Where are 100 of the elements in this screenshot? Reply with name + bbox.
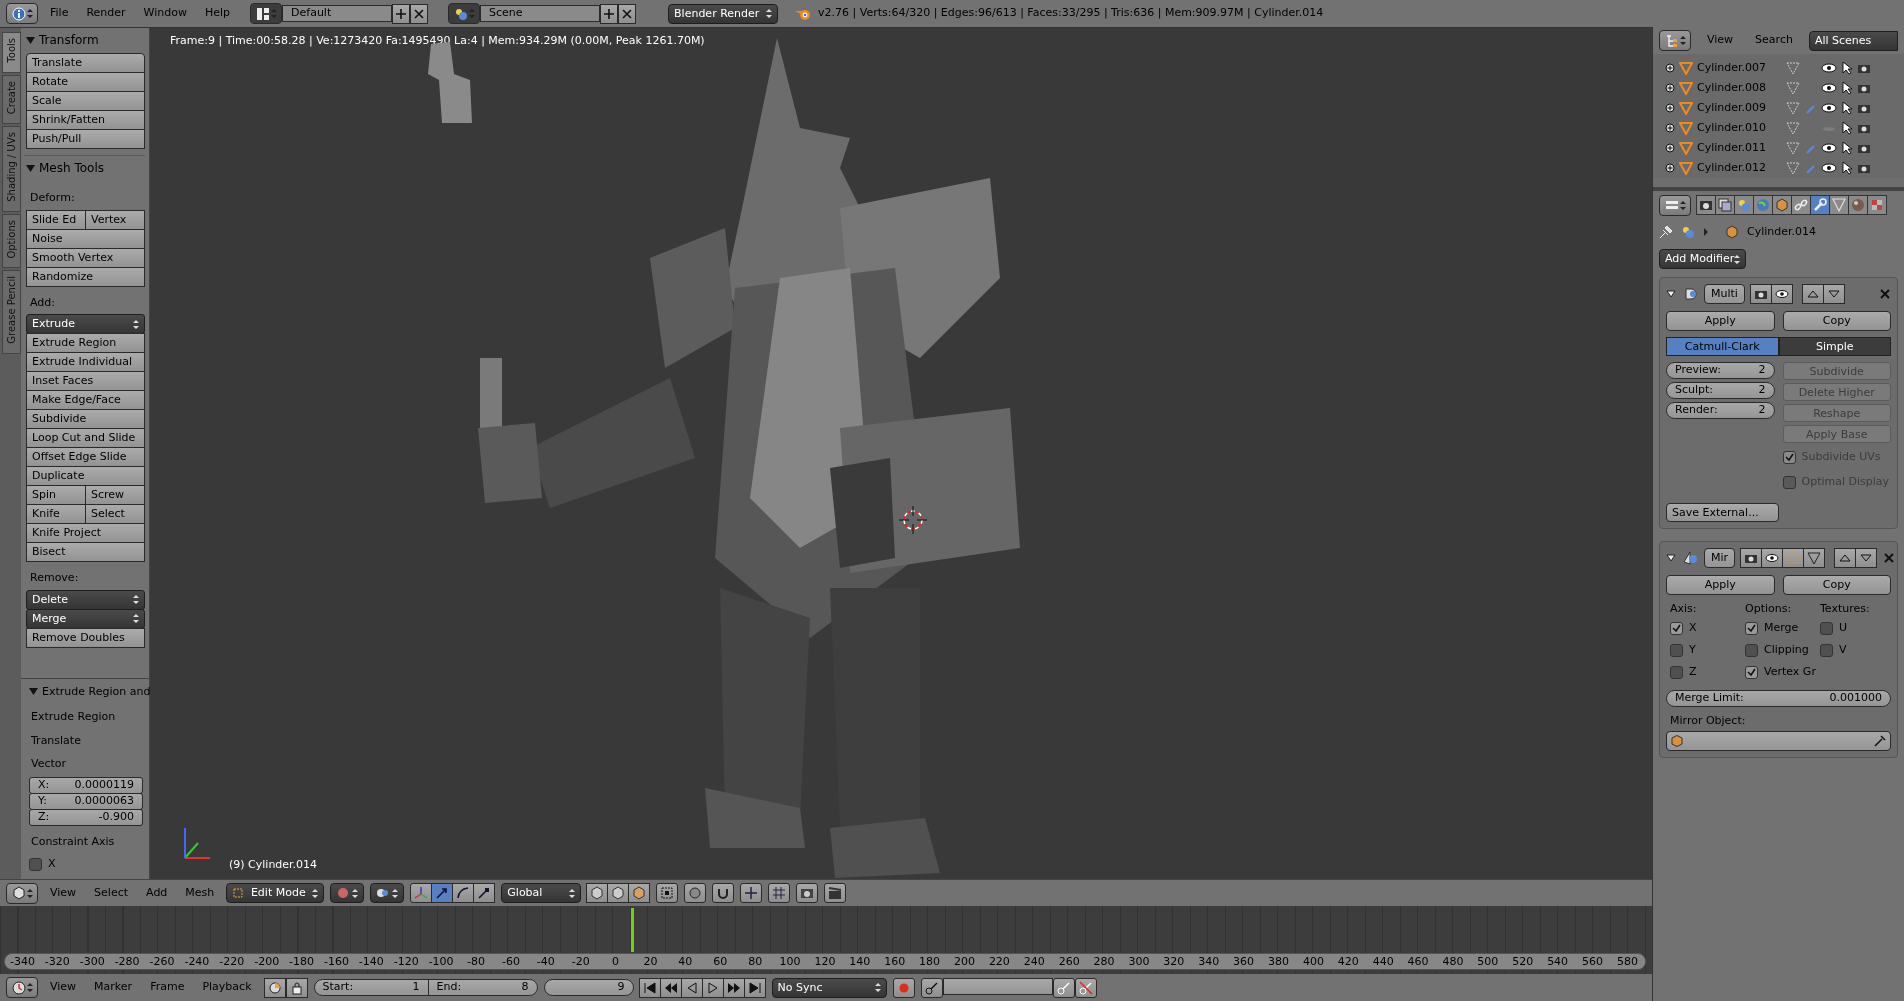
eye-icon[interactable] (1821, 162, 1837, 174)
menu-item[interactable]: Select (88, 884, 135, 902)
magnet-button[interactable] (712, 883, 735, 903)
tool-button[interactable]: Smooth Vertex (26, 247, 145, 268)
subdivision-type-toggle[interactable]: Catmull-Clark (1666, 337, 1779, 356)
menu-item[interactable]: Marker (88, 979, 139, 996)
tool-button[interactable]: Extrude Region (26, 333, 145, 353)
object-name[interactable]: Cylinder.010 (1697, 119, 1773, 137)
tool-button[interactable]: Vertex (85, 209, 145, 230)
start-frame-field[interactable]: Start: 1 (313, 979, 429, 996)
checkbox[interactable] (1670, 622, 1683, 635)
current-frame-field[interactable]: 9 (543, 979, 634, 996)
object-name[interactable]: Cylinder.011 (1697, 139, 1773, 157)
eye-icon[interactable] (1821, 142, 1837, 154)
mesh-data-icon[interactable] (1785, 161, 1801, 175)
menu-item[interactable]: Mesh (179, 884, 221, 902)
eye-button[interactable] (1770, 284, 1793, 304)
sync-dropdown[interactable]: No Sync (771, 977, 887, 998)
move-up-button[interactable] (1801, 284, 1824, 304)
tool-button[interactable]: Shrink/Fatten (26, 110, 145, 130)
translate-arrow-button[interactable] (431, 883, 454, 903)
render-engine-dropdown[interactable]: Blender Render (668, 3, 779, 24)
render-image-button[interactable] (796, 883, 819, 903)
vector-field[interactable]: X: 0.0000119 (29, 776, 143, 794)
tool-button[interactable]: Select (85, 504, 145, 524)
apply-button[interactable]: Apply (1666, 311, 1775, 331)
tool-button[interactable]: Translate (26, 53, 145, 73)
preview-range-button[interactable] (263, 977, 286, 998)
mesh-data-icon[interactable] (1785, 141, 1801, 155)
grid-snap-button[interactable] (768, 883, 791, 903)
tool-shelf-tab[interactable]: Tools (2, 32, 21, 73)
modifier-name-field[interactable]: Multi (1704, 284, 1745, 304)
checkbox[interactable] (1820, 622, 1833, 635)
object-name[interactable]: Cylinder.012 (1697, 159, 1773, 177)
mirror-object-field[interactable] (1666, 731, 1891, 751)
move-up-button[interactable] (1834, 548, 1857, 568)
render-camera-button[interactable] (1749, 284, 1772, 304)
scene-tab[interactable] (1734, 195, 1754, 215)
editor-type-button[interactable] (6, 977, 38, 998)
scene-field[interactable]: Scene (480, 5, 601, 22)
expand-icon[interactable] (1665, 63, 1675, 73)
face-select-button[interactable] (628, 883, 651, 903)
outliner-editor-button[interactable] (1659, 30, 1691, 51)
cage-button[interactable] (1803, 548, 1826, 568)
object-name[interactable]: Cylinder.009 (1697, 99, 1773, 117)
mesh-data-icon[interactable] (1785, 81, 1801, 95)
menu-item[interactable]: View (44, 979, 83, 996)
render-camera-button[interactable] (1740, 548, 1763, 568)
level-field[interactable]: Render: 2 (1666, 402, 1775, 419)
vertex-select-button[interactable] (586, 883, 609, 903)
tool-button[interactable]: Push/Pull (26, 129, 145, 149)
tool-button[interactable]: Extrude Individual (26, 352, 145, 372)
end-frame-field[interactable]: End: 8 (427, 979, 538, 996)
record-button[interactable] (892, 977, 915, 998)
edit-mode-button[interactable] (1782, 548, 1805, 568)
display-filter-dropdown[interactable]: All Scenes (1808, 30, 1898, 51)
expand-icon[interactable] (1665, 123, 1675, 133)
checkbox[interactable] (1745, 622, 1758, 635)
menu-item[interactable]: Add (140, 884, 174, 902)
jump-keyframe-forward-button[interactable] (722, 977, 745, 998)
eyedropper-icon[interactable] (1874, 735, 1886, 747)
expand-icon[interactable] (1665, 103, 1675, 113)
screen-layout-field[interactable]: Default (282, 5, 393, 22)
pointer-icon[interactable] (1841, 61, 1853, 75)
menu-item[interactable]: File (44, 5, 75, 22)
scale-handle-button[interactable] (473, 883, 496, 903)
apply-button[interactable]: Apply (1666, 575, 1775, 595)
rotate-arc-button[interactable] (452, 883, 475, 903)
play-reverse-button[interactable] (680, 977, 703, 998)
expand-icon[interactable] (1665, 143, 1675, 153)
menu-item[interactable]: View (44, 884, 83, 902)
layers-tab[interactable] (1715, 195, 1735, 215)
menu-item[interactable]: Render (80, 5, 132, 22)
subdivision-type-toggle[interactable]: Simple (1778, 337, 1891, 356)
manipulator-toggle-button[interactable] (410, 883, 433, 903)
camera-icon[interactable] (1857, 162, 1871, 174)
jump-end-button[interactable] (743, 977, 766, 998)
scene-button[interactable] (448, 3, 481, 24)
add-modifier-dropdown[interactable]: Add Modifier (1659, 249, 1747, 269)
tool-button[interactable]: Inset Faces (26, 371, 145, 391)
mesh-data-icon[interactable] (1785, 101, 1801, 115)
eye-icon[interactable] (1821, 62, 1837, 74)
camera-tab[interactable] (1696, 195, 1716, 215)
jump-start-button[interactable] (638, 977, 661, 998)
outliner-row[interactable]: Cylinder.008 (1653, 78, 1904, 98)
outliner-row[interactable]: Cylinder.011 (1653, 138, 1904, 158)
insert-keyframe-button[interactable] (1052, 977, 1075, 998)
checkbox[interactable] (1745, 644, 1758, 657)
menu-item[interactable]: Frame (144, 979, 191, 996)
checkbox[interactable] (29, 857, 42, 871)
tool-button[interactable]: Knife (26, 504, 86, 524)
globe-tab[interactable] (1753, 195, 1773, 215)
cube-tab[interactable] (1772, 195, 1792, 215)
menu-item[interactable]: Window (137, 5, 193, 22)
properties-editor-button[interactable] (1659, 194, 1691, 216)
shading-dropdown[interactable] (330, 883, 365, 903)
pivot-dropdown[interactable] (370, 883, 405, 903)
tool-button[interactable]: Remove Doubles (26, 627, 145, 648)
mesh-data-icon[interactable] (1785, 61, 1801, 75)
outliner-row[interactable]: Cylinder.010 (1653, 118, 1904, 138)
